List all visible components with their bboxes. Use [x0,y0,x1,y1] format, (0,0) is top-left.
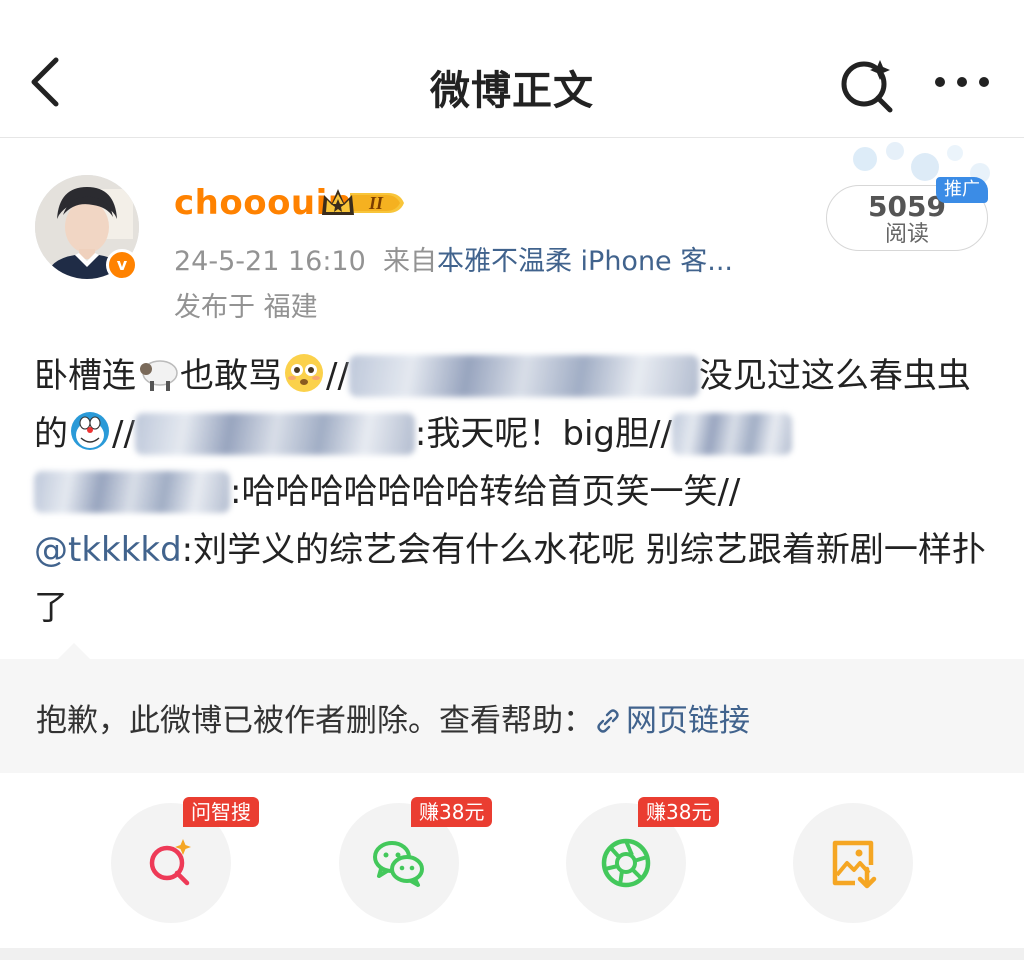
action-tag: 问智搜 [183,797,259,827]
sheep-emoji-icon [140,360,178,391]
read-label: 阅读 [884,222,929,247]
redacted-mention [34,471,230,513]
post-time: 24-5-21 16:10 [174,246,366,277]
wechat-icon [373,841,424,887]
moments-share-button[interactable]: 赚38元 [566,797,720,923]
deleted-notice-text: 抱歉，此微博已被作者删除。查看帮助： 网页链接 [36,695,750,740]
redacted-mention [134,413,415,455]
more-icon[interactable] [930,60,994,104]
redacted-mention [671,413,792,455]
deleted-notice: 抱歉，此微博已被作者删除。查看帮助： 网页链接 [0,643,1024,773]
vip-level-text: II [368,193,384,213]
content-segment: 卧槽连 [34,356,136,396]
verified-badge: v [106,249,138,281]
deleted-message: 抱歉，此微博已被作者删除。查看帮助： [36,703,594,739]
doraemon-emoji-icon [71,412,109,450]
post-location: 发布于 福建 [174,292,318,323]
save-image-button[interactable] [793,803,913,923]
search-icon[interactable] [836,54,900,114]
content-segment: // [326,356,349,396]
redacted-mention [348,355,699,397]
share-actions: 问智搜 赚38元 赚38元 [0,773,1024,960]
promo-tag[interactable]: 推广 [936,177,988,203]
post-meta: 24-5-21 16:10 来自本雅不温柔 iPhone 客... [174,239,733,278]
mention-link[interactable]: @tkkkkd [34,530,182,570]
content-segment: :我天呢！big胆// [414,414,672,454]
source-prefix: 来自 [382,246,437,277]
notice-notch [58,643,90,659]
vip-crown-icon[interactable]: II [320,185,420,221]
bottom-divider [0,948,1024,960]
post-source[interactable]: 本雅不温柔 iPhone 客... [437,246,733,277]
web-link-label: 网页链接 [626,703,750,739]
post-card: v chooouin II 24-5-21 16:10 来自本雅不温柔 iPho… [0,139,1024,659]
content-segment: 也敢骂 [180,356,282,396]
save-image-icon [832,840,877,889]
web-link[interactable]: 网页链接 [594,703,750,739]
content-segment: // [112,414,135,454]
navbar: 微博正文 [0,0,1024,138]
action-tag: 赚38元 [638,797,720,827]
action-tag: 赚38元 [411,797,493,827]
post-content: 卧槽连 也敢骂 //没见过这么春虫虫的 //:我天呢！big胆//:哈哈哈哈哈哈… [34,347,994,637]
content-segment: :哈哈哈哈哈哈哈转给首页笑一笑// [230,472,741,512]
wechat-share-button[interactable]: 赚38元 [339,797,493,923]
moments-icon [601,838,651,888]
link-icon [597,709,619,733]
flushed-face-emoji-icon [285,354,323,392]
ai-search-icon [149,839,191,886]
ai-search-button[interactable]: 问智搜 [111,797,259,923]
